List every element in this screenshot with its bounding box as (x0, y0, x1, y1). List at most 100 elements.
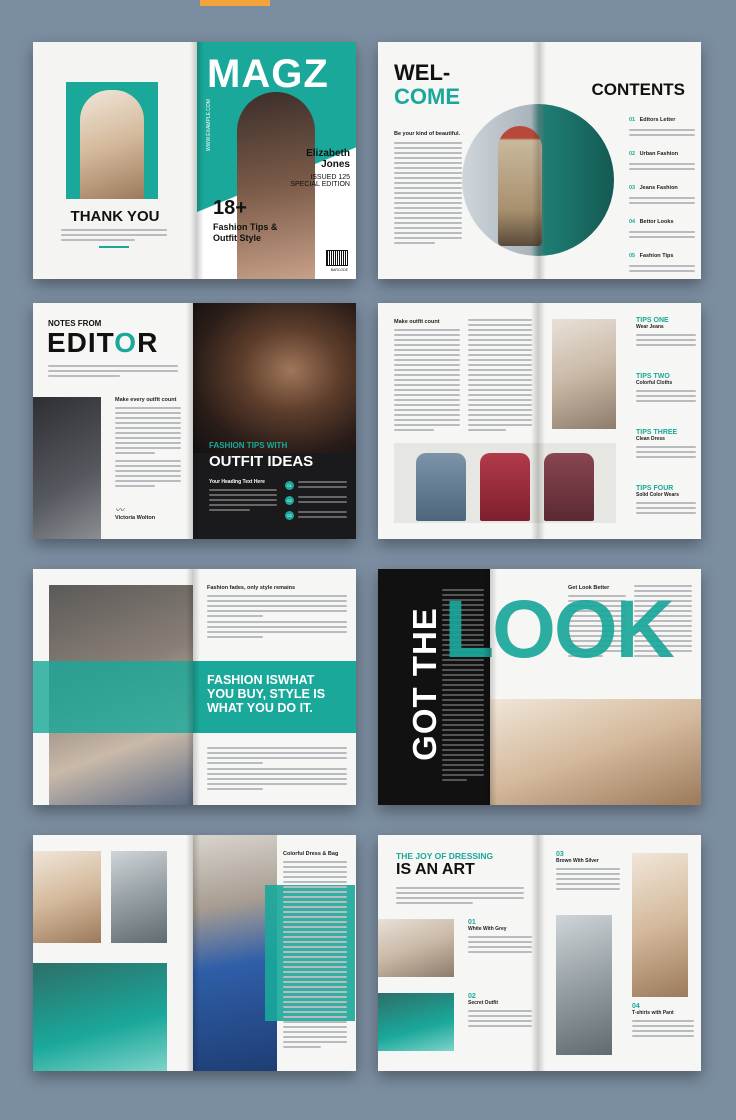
page-joy-left: THE JOY OF DRESSING IS AN ART 01 White W… (378, 835, 538, 1071)
tip-item: TIPS FOUR Solid Color Wears (636, 485, 696, 535)
spread-editor: NOTES FROM EDITOR Make every outfit coun… (33, 303, 356, 539)
page-notes-editor: NOTES FROM EDITOR Make every outfit coun… (33, 303, 193, 539)
tip-title: TIPS FOUR (636, 485, 674, 492)
fashion-tips-with: FASHION TIPS WITH (209, 441, 288, 450)
outfit-list-num: 02 (285, 496, 294, 505)
tip-sub: Clean Dress (636, 436, 665, 442)
coat-red (480, 453, 530, 521)
welcome-circle-photo (462, 104, 614, 256)
make-outfit-heading: Make outfit count (394, 319, 440, 325)
joy-item-num: 04 (632, 1003, 640, 1010)
contents-item[interactable]: 05 Fashion Tips (629, 244, 695, 278)
joy-item-04: 04 T-shirts with Pant (632, 1003, 694, 1040)
joy-title: THE JOY OF DRESSING (396, 851, 494, 861)
contents-item-label: Fashion Tips (639, 253, 674, 259)
cover-barcode (326, 250, 348, 266)
tip-title: TIPS THREE (636, 429, 678, 436)
fashion-body-bottom (207, 747, 347, 793)
joy-item-num: 01 (468, 919, 476, 926)
thank-you-divider (99, 246, 129, 248)
thank-you-photo (80, 90, 144, 199)
page-thank-you: THANK YOU (33, 42, 197, 279)
tips-list: TIPS ONE Wear Jeans TIPS TWO Colorful Cl… (636, 317, 696, 535)
page-cover: MAGZ WWW.EXAMPLE.COM Elizabeth Jones ISS… (197, 42, 356, 279)
contents-item-num: 02 (629, 151, 636, 157)
joy-photo-04 (632, 853, 688, 997)
joy-item-label: White With Grey (468, 926, 507, 932)
thank-you-title: THANK YOU (70, 208, 160, 225)
outfit-list: 01 02 03 (285, 481, 347, 521)
joy-item-label: T-shirts with Pant (632, 1010, 674, 1016)
spread-got-the-look: GOT THE Get Look Better LOOK (378, 569, 701, 805)
editor-intro-text (48, 365, 178, 380)
outfit-ideas-photo (193, 303, 356, 453)
tip-item: TIPS ONE Wear Jeans (636, 317, 696, 373)
contents-item-num: 03 (629, 185, 636, 191)
joy-item-num: 03 (556, 851, 564, 858)
editor-photo (33, 397, 101, 539)
outfit-list-item: 01 (285, 481, 347, 491)
colorful-dress-body (283, 861, 347, 1051)
outfit-list-num: 03 (285, 511, 294, 520)
grid-photo-bag (111, 851, 167, 943)
top-tab-accent (200, 0, 270, 6)
coat-maroon (544, 453, 594, 521)
page-fashion-photo (33, 569, 193, 805)
joy-item-01: 01 White With Grey (468, 919, 532, 956)
tips-portrait-photo (552, 319, 616, 429)
outfit-list-item: 03 (285, 511, 347, 521)
joy-photo-02 (378, 993, 454, 1051)
fashion-body-top (207, 595, 347, 641)
contents-item[interactable]: 04 Bettor Looks (629, 210, 695, 244)
colorful-dress-heading: Colorful Dress & Bag (283, 851, 339, 857)
cover-issue: ISSUED 125 (310, 174, 350, 181)
contents-item[interactable]: 03 Jeans Fashion (629, 176, 695, 210)
cover-tips: Fashion Tips & Outfit Style (213, 222, 277, 244)
tip-item: TIPS TWO Colorful Cloths (636, 373, 696, 429)
cover-brand: MAGZ (207, 52, 329, 96)
heading-text-block: Your Heading Text Here (209, 479, 277, 514)
cover-count: 18+ (213, 197, 247, 219)
spread-welcome-contents: WEL- COME Be your kind of beautiful. CON… (378, 42, 701, 279)
contents-item[interactable]: 01 Editors Letter (629, 108, 695, 142)
thank-you-body-text (61, 229, 167, 244)
page-joy-right: 03 Brown With Silver 04 T-shirts with Pa… (538, 835, 701, 1071)
cover-barcode-label: BARCODE (330, 268, 348, 272)
contents-item-label: Editors Letter (639, 117, 676, 123)
page-fashion-text: Fashion fades, only style remains FASHIO… (193, 569, 356, 805)
editor-title-part1: EDIT (47, 327, 115, 358)
contents-list: 01 Editors Letter 02 Urban Fashion 03 Je… (629, 108, 695, 278)
make-outfit-col1 (394, 329, 460, 434)
make-outfit-col2 (468, 319, 532, 434)
welcome-kind: Be your kind of beautiful. (394, 131, 461, 137)
cover-tips-line1: Fashion Tips & (213, 222, 278, 232)
joy-photo-03 (556, 915, 612, 1055)
grid-photo-teal-hat (33, 963, 167, 1071)
fashion-heading: Fashion fades, only style remains (207, 585, 296, 591)
page-colorful-dress: Colorful Dress & Bag (193, 835, 356, 1071)
joy-item-03: 03 Brown With Silver (556, 851, 620, 893)
got-the-vertical: GOT THE (406, 607, 443, 761)
tip-sub: Wear Jeans (636, 324, 664, 330)
welcome-line2: COME (394, 84, 460, 109)
outfit-list-item: 02 (285, 496, 347, 506)
fashion-quote-line2: YOU BUY, STYLE IS (207, 687, 326, 701)
welcome-body-text (394, 142, 462, 247)
editor-title: EDITOR (47, 327, 158, 359)
tip-title: TIPS ONE (636, 317, 669, 324)
fashion-quote-line3: WHAT YOU DO IT. (207, 701, 313, 715)
page-outfit-ideas: FASHION TIPS WITH OUTFIT IDEAS Your Head… (193, 303, 356, 539)
joy-item-label: Brown With Silver (556, 858, 599, 864)
contents-item[interactable]: 02 Urban Fashion (629, 142, 695, 176)
cover-edition: SPECIAL EDITION (290, 181, 350, 188)
welcome-model-figure (498, 126, 542, 246)
spread-fashion-quote: Fashion fades, only style remains FASHIO… (33, 569, 356, 805)
outfit-list-num: 01 (285, 481, 294, 490)
cover-name-line1: Elizabeth (306, 148, 350, 159)
contents-item-num: 01 (629, 117, 636, 123)
look-model-photo (490, 699, 701, 805)
tip-item: TIPS THREE Clean Dress (636, 429, 696, 485)
joy-item-num: 02 (468, 993, 476, 1000)
thank-you-photo-frame (66, 82, 158, 199)
tip-sub: Colorful Cloths (636, 380, 673, 386)
